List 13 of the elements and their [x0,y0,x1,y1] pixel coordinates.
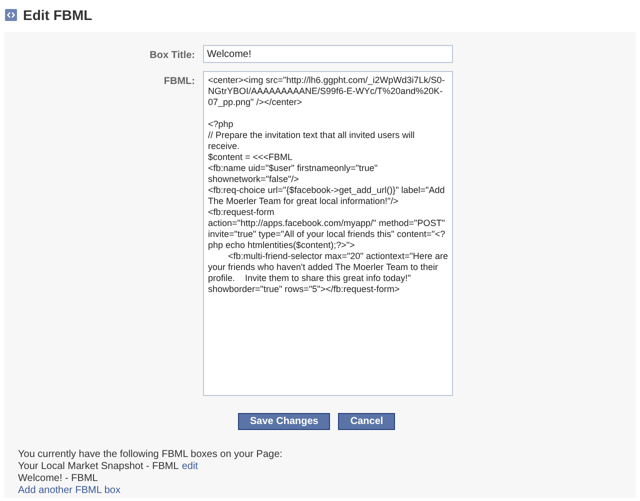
code-icon [5,9,17,21]
add-box-link[interactable]: Add another FBML box [18,485,120,497]
box-item: Your Local Market Snapshot - FBML [18,461,179,473]
fbml-field[interactable]: <center><img src="http://lh6.ggpht.com/_i2WpWd3i7Lk/S0-NGtrYBOI/AAAAAAAAANE/S99f6-E-WYc/T%20and%20K-07_pp.png" /></center> <?php // Prepare the invitation text that all invited users will receive. $content = <<<FBML <fb:name uid="$user" firstnameonly="true" shownetwork="false"/> <fb:req-choice url="{$facebook->get_add_url()}" label="Add The Moerler Team for great local information!"/> <fb:request-form action="http://apps.facebook.com/myapp/" method="POST" invite="true" type="All of your local friends this" content="<?php echo htmlentities($content);?>"> <fb:multi-friend-selector max="20" actiontext="Here are your friends who haven't added The Moerler Team to their profile. Invite them to share this great info today!" showborder="true" rows="5"></fb:request-form> [203,71,453,396]
title-field[interactable]: Welcome! [203,45,453,63]
save-button[interactable]: Save Changes [238,413,330,430]
cancel-button[interactable]: Cancel [338,413,396,430]
field-label: FBML: [162,75,196,89]
page-title: Edit FBML [23,6,92,24]
intro-text: You currently have the following FBML boxes on your Page: [18,449,284,461]
field-label: Box Title: [148,49,196,63]
edit-link[interactable]: edit [182,461,198,473]
box-item: Welcome! - FBML [18,473,98,485]
